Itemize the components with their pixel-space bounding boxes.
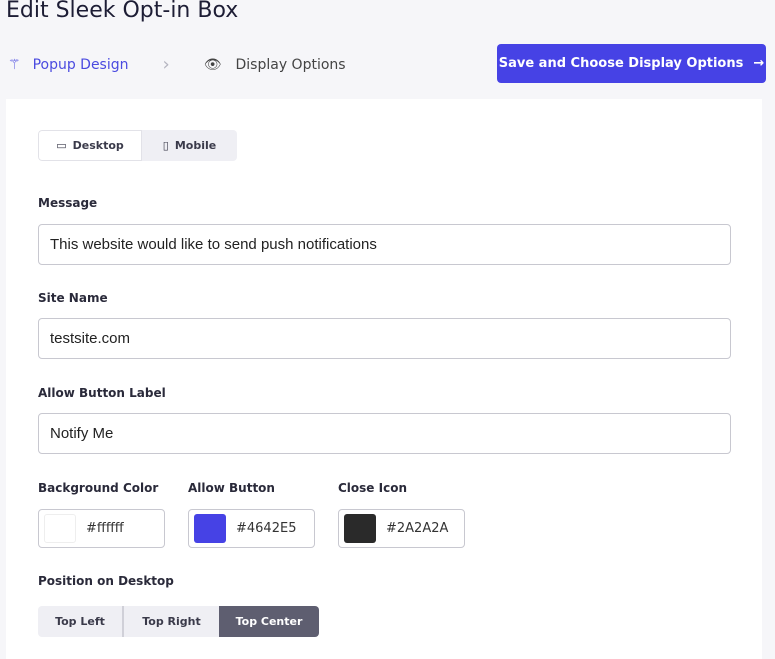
save-and-choose-display-options-button[interactable]: Save and Choose Display Options → [497, 44, 766, 83]
background-color-label: Background Color [38, 481, 159, 495]
save-label: Save and Choose Display Options [498, 56, 744, 71]
tab-desktop[interactable]: ▭ Desktop [38, 130, 142, 161]
message-label: Message [38, 196, 98, 210]
step-label: Display Options [235, 56, 346, 73]
site-name-input[interactable]: testsite.com [38, 318, 731, 359]
desktop-icon: ▭ [56, 139, 67, 152]
page-title: Edit Sleek Opt-in Box [6, 0, 239, 23]
allow-button-color-picker[interactable]: #4642E5 [188, 509, 315, 548]
color-swatch [344, 514, 376, 543]
mobile-icon: ▯ [162, 139, 169, 152]
site-name-label: Site Name [38, 291, 108, 305]
position-top-center[interactable]: Top Center [219, 606, 319, 637]
close-icon-color-picker[interactable]: #2A2A2A [338, 509, 465, 548]
tab-label: Mobile [174, 139, 217, 152]
tab-mobile[interactable]: ▯ Mobile [142, 130, 237, 161]
step-label: Popup Design [32, 56, 129, 73]
color-swatch [44, 514, 76, 543]
color-value: #2A2A2A [386, 521, 449, 536]
editor-panel: ▭ Desktop ▯ Mobile Message This website wo… [6, 99, 762, 659]
wizard-steps: ⚚ Popup Design › 👁 Display Options [8, 54, 346, 75]
color-value: #ffffff [86, 521, 124, 536]
step-popup-design[interactable]: ⚚ Popup Design [8, 57, 129, 73]
position-top-left[interactable]: Top Left [38, 606, 124, 637]
background-color-picker[interactable]: #ffffff [38, 509, 165, 548]
position-selector: Top Left Top Right Top Center [38, 606, 319, 637]
color-swatch [194, 514, 226, 543]
message-input[interactable]: This website would like to send push not… [38, 224, 731, 265]
allow-button-label-input[interactable]: Notify Me [38, 413, 731, 454]
eye-icon: 👁 [203, 56, 222, 73]
allow-button-color-label: Allow Button [188, 481, 275, 495]
step-display-options[interactable]: 👁 Display Options [204, 57, 346, 73]
magic-wand-icon: ⚚ [8, 56, 21, 73]
color-value: #4642E5 [236, 521, 297, 536]
tab-label: Desktop [72, 139, 124, 152]
position-top-right[interactable]: Top Right [124, 606, 219, 637]
allow-button-label-label: Allow Button Label [38, 386, 166, 400]
position-label: Position on Desktop [38, 574, 174, 588]
chevron-right-icon: › [162, 54, 170, 75]
device-toggle: ▭ Desktop ▯ Mobile [38, 130, 237, 161]
arrow-right-icon: → [753, 56, 765, 71]
close-icon-color-label: Close Icon [338, 481, 407, 495]
